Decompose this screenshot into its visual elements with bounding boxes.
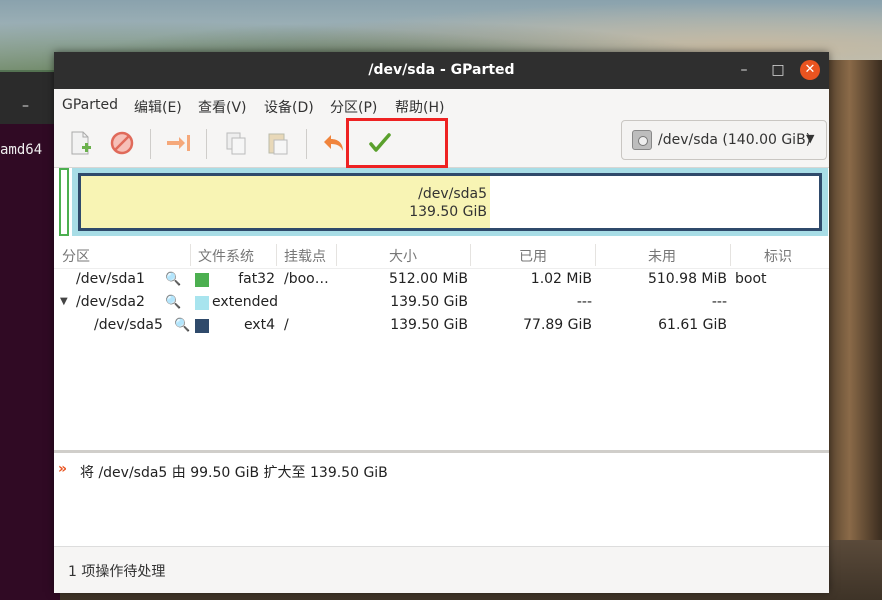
desktop-background-wood (828, 60, 882, 600)
cell-unused: 61.61 GiB (658, 317, 727, 333)
partition-table: 分区 文件系统 挂载点 大小 已用 未用 标识 /dev/sda1 🔍 fat3… (54, 242, 829, 450)
column-header-partition[interactable]: 分区 (62, 246, 90, 266)
column-header-used[interactable]: 已用 (519, 246, 547, 266)
dropdown-arrow-icon: ▼ (806, 132, 815, 145)
new-partition-icon[interactable] (66, 129, 94, 157)
column-separator (595, 244, 596, 266)
terminal-text: amd64 (0, 142, 43, 158)
graph-partition-size: 139.50 GiB (409, 204, 487, 220)
cell-partition: /dev/sda5 (94, 317, 163, 333)
apply-highlight-box (346, 118, 448, 168)
graph-segment-sda1[interactable] (59, 168, 69, 236)
key-icon: 🔍 (174, 318, 191, 333)
cell-unused: --- (711, 294, 727, 310)
key-icon: 🔍 (165, 295, 182, 310)
menu-partition[interactable]: 分区(P) (330, 97, 377, 117)
cell-partition: /dev/sda1 (76, 271, 145, 287)
cell-filesystem: fat32 (238, 271, 275, 287)
cell-size: 139.50 GiB (390, 317, 468, 333)
cell-size: 512.00 MiB (388, 271, 468, 287)
menu-bar: GParted 编辑(E) 查看(V) 设备(D) 分区(P) 帮助(H) (54, 89, 829, 120)
table-row[interactable]: ▼ /dev/sda2 🔍 extended 139.50 GiB --- --… (54, 292, 829, 314)
cell-mountpoint: /boo… (284, 271, 329, 287)
delete-icon[interactable] (108, 129, 136, 157)
table-row[interactable]: /dev/sda5 🔍 ext4 / 139.50 GiB 77.89 GiB … (54, 315, 829, 337)
cell-unused: 510.98 MiB (647, 271, 727, 287)
menu-help[interactable]: 帮助(H) (395, 97, 444, 117)
status-bar: 1 项操作待处理 (54, 546, 829, 593)
device-selector[interactable]: /dev/sda (140.00 GiB) ▼ (621, 120, 827, 160)
column-separator (190, 244, 191, 266)
title-bar: /dev/sda - GParted – □ ✕ (54, 52, 829, 89)
copy-icon[interactable] (222, 129, 250, 157)
resize-move-icon[interactable] (164, 129, 192, 157)
terminal-menu-dash: – (22, 98, 29, 114)
undo-icon[interactable] (320, 129, 348, 157)
cell-filesystem: ext4 (243, 317, 275, 333)
partition-graph: /dev/sda5 139.50 GiB (54, 168, 829, 240)
cell-used: 77.89 GiB (523, 317, 592, 333)
pending-operations-panel: » 将 /dev/sda5 由 99.50 GiB 扩大至 139.50 GiB (54, 450, 829, 548)
gparted-window: /dev/sda - GParted – □ ✕ GParted 编辑(E) 查… (54, 52, 829, 593)
device-selector-label: /dev/sda (140.00 GiB) (658, 132, 812, 148)
column-header-unused[interactable]: 未用 (648, 246, 676, 266)
column-header-mountpoint[interactable]: 挂载点 (284, 246, 326, 266)
cell-used: --- (576, 294, 592, 310)
paste-icon[interactable] (264, 129, 292, 157)
graph-used-space (81, 176, 490, 228)
minimize-button[interactable]: – (734, 60, 754, 80)
column-separator (276, 244, 277, 266)
key-icon: 🔍 (165, 272, 182, 287)
graph-partition-name: /dev/sda5 (418, 186, 487, 202)
cell-partition: /dev/sda2 (76, 294, 145, 310)
column-separator (336, 244, 337, 266)
column-separator (470, 244, 471, 266)
terminal-header (0, 72, 60, 124)
cell-mountpoint: / (284, 317, 289, 333)
menu-view[interactable]: 查看(V) (198, 97, 247, 117)
cell-filesystem: extended (212, 294, 279, 310)
filesystem-color-swatch (195, 273, 209, 287)
menu-edit[interactable]: 编辑(E) (134, 97, 182, 117)
column-separator (730, 244, 731, 266)
maximize-button[interactable]: □ (768, 60, 788, 80)
menu-device[interactable]: 设备(D) (264, 97, 314, 117)
table-header: 分区 文件系统 挂载点 大小 已用 未用 标识 (54, 242, 829, 269)
expander-arrow-icon[interactable]: ▼ (60, 296, 68, 307)
close-button[interactable]: ✕ (800, 60, 820, 80)
filesystem-color-swatch (195, 296, 209, 310)
toolbar-separator (206, 129, 207, 159)
graph-segment-sda5[interactable]: /dev/sda5 139.50 GiB (78, 173, 822, 231)
filesystem-color-swatch (195, 319, 209, 333)
window-title: /dev/sda - GParted (368, 62, 515, 78)
column-header-size[interactable]: 大小 (389, 246, 417, 266)
column-header-filesystem[interactable]: 文件系统 (198, 246, 254, 266)
cell-used: 1.02 MiB (530, 271, 592, 287)
toolbar-separator (150, 129, 151, 159)
harddisk-icon (632, 130, 652, 150)
toolbar-separator (306, 129, 307, 159)
menu-gparted[interactable]: GParted (62, 97, 118, 113)
cell-size: 139.50 GiB (390, 294, 468, 310)
resize-move-icon: » (58, 461, 68, 477)
pending-operation-item[interactable]: 将 /dev/sda5 由 99.50 GiB 扩大至 139.50 GiB (80, 462, 388, 482)
status-text: 1 项操作待处理 (68, 564, 166, 580)
cell-flags: boot (735, 271, 767, 287)
column-header-flags[interactable]: 标识 (764, 246, 792, 266)
table-row[interactable]: /dev/sda1 🔍 fat32 /boo… 512.00 MiB 1.02 … (54, 269, 829, 291)
